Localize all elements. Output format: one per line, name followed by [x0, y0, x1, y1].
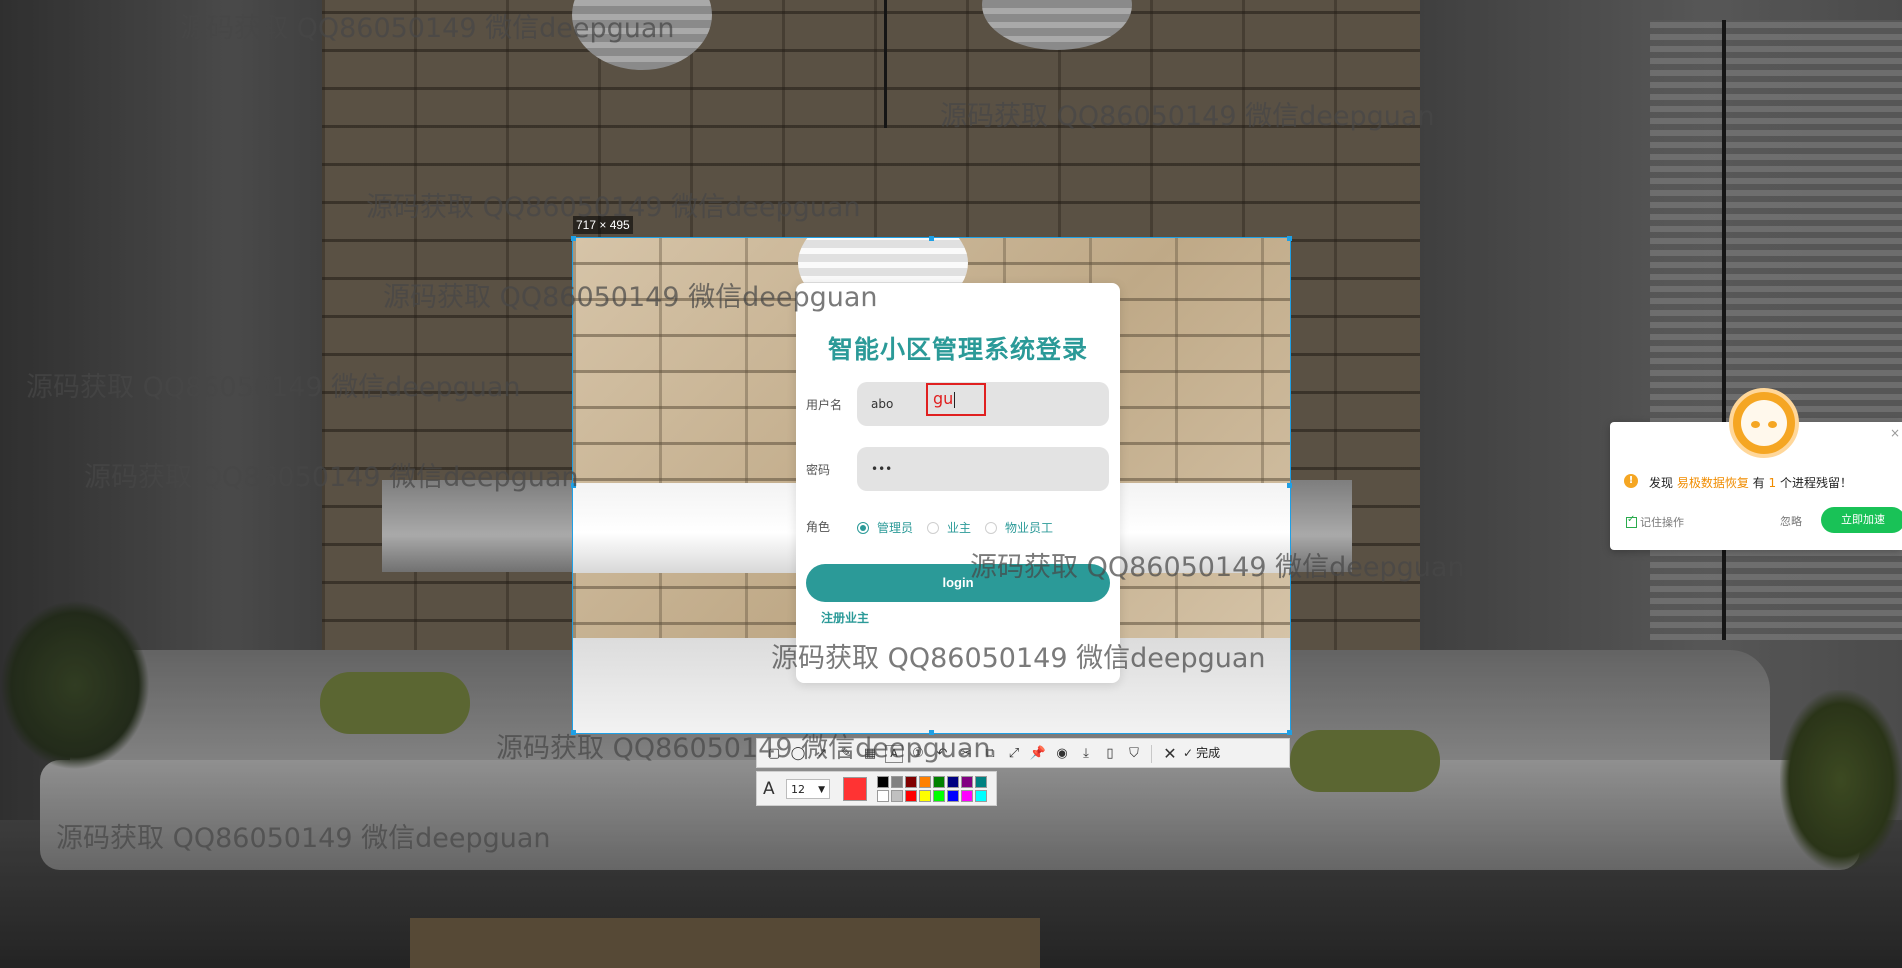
- mascot-eye: [1751, 421, 1760, 428]
- mascot-icon: [1729, 388, 1799, 458]
- resize-handle[interactable]: [571, 730, 576, 735]
- color-swatch[interactable]: [947, 790, 959, 802]
- color-swatch[interactable]: [877, 776, 889, 788]
- bookmark-icon[interactable]: ⛉: [1125, 745, 1143, 763]
- color-swatch[interactable]: [947, 776, 959, 788]
- capture-toolbar: ▢ ◯ ↗ ✎ ▦ A ① ↶ ✂ ⧉ ⤢ 📌 ◉ ⤓ ▯ ⛉ ✕ ✓ 完成: [756, 738, 1290, 768]
- text-caret: [954, 391, 956, 408]
- long-screenshot-icon[interactable]: ▯: [1101, 745, 1119, 763]
- popup-process-count: 1: [1768, 476, 1777, 490]
- popup-message: 发现 易极数据恢复 有 1 个进程残留！: [1649, 474, 1852, 491]
- popup-message-suffix: 个进程残留！: [1780, 476, 1853, 490]
- role-option-owner[interactable]: 业主: [947, 519, 971, 536]
- color-swatch[interactable]: [905, 776, 917, 788]
- ignore-button[interactable]: 忽略: [1780, 513, 1802, 529]
- popup-message-mid: 有: [1752, 476, 1765, 490]
- mascot-face: [1741, 400, 1787, 446]
- popup-message-prefix: 发现: [1649, 476, 1674, 490]
- ocr-icon[interactable]: ⧉: [981, 745, 999, 763]
- done-label: 完成: [1196, 746, 1221, 760]
- current-color-swatch[interactable]: [843, 777, 867, 801]
- text-tool-icon[interactable]: A: [885, 745, 903, 763]
- selection-size-label: 717 × 495: [573, 216, 633, 234]
- remember-checkbox[interactable]: [1626, 514, 1637, 528]
- remember-option[interactable]: 记住操作: [1626, 514, 1684, 530]
- pin-icon[interactable]: 📌: [1029, 745, 1047, 763]
- role-radio-staff[interactable]: [985, 522, 997, 534]
- cut-icon[interactable]: ✂: [957, 745, 975, 763]
- undo-icon[interactable]: ↶: [933, 745, 951, 763]
- role-label: 角色: [806, 520, 831, 534]
- save-icon[interactable]: ⤓: [1077, 745, 1095, 763]
- role-option-staff[interactable]: 物业员工: [1005, 519, 1053, 536]
- color-swatch[interactable]: [961, 776, 973, 788]
- password-label: 密码: [806, 463, 831, 477]
- color-swatch[interactable]: [975, 790, 987, 802]
- record-icon[interactable]: ◉: [1053, 745, 1071, 763]
- close-icon[interactable]: ✕: [1161, 745, 1179, 763]
- color-swatch[interactable]: [961, 790, 973, 802]
- toolbar-separator: [1151, 745, 1152, 763]
- color-swatch[interactable]: [933, 776, 945, 788]
- arrow-tool-icon[interactable]: ↗: [813, 745, 831, 763]
- font-icon: A: [763, 779, 775, 799]
- resize-handle[interactable]: [1287, 483, 1292, 488]
- resize-handle[interactable]: [929, 236, 934, 241]
- color-swatch[interactable]: [877, 790, 889, 802]
- color-swatch[interactable]: [919, 776, 931, 788]
- mascot-eye: [1768, 421, 1777, 428]
- chevron-down-icon: ▼: [818, 785, 825, 795]
- accelerate-button[interactable]: 立即加速: [1821, 507, 1902, 533]
- text-annotation-box[interactable]: gu: [926, 383, 986, 416]
- ellipse-tool-icon[interactable]: ◯: [789, 745, 807, 763]
- role-option-admin[interactable]: 管理员: [877, 519, 913, 536]
- mosaic-tool-icon[interactable]: ▦: [861, 745, 879, 763]
- login-card: 智能小区管理系统登录 用户名 abo gu 密码 ••• 角色 管理员 业主 物…: [796, 283, 1120, 683]
- popup-close-icon[interactable]: ×: [1890, 426, 1900, 440]
- login-title: 智能小区管理系统登录: [827, 335, 1088, 364]
- resize-handle[interactable]: [1287, 730, 1292, 735]
- login-button[interactable]: login: [806, 564, 1110, 602]
- rectangle-tool-icon[interactable]: ▢: [765, 745, 783, 763]
- remember-label: 记住操作: [1640, 516, 1684, 529]
- resize-handle[interactable]: [929, 730, 934, 735]
- color-swatch[interactable]: [905, 790, 917, 802]
- resize-handle[interactable]: [571, 236, 576, 241]
- font-size-select[interactable]: 12 ▼: [786, 779, 830, 799]
- serial-number-tool-icon[interactable]: ①: [909, 745, 927, 763]
- color-swatch[interactable]: [891, 790, 903, 802]
- done-button[interactable]: ✓ 完成: [1183, 739, 1220, 767]
- role-radio-owner[interactable]: [927, 522, 939, 534]
- color-swatch[interactable]: [975, 776, 987, 788]
- info-icon: !: [1624, 474, 1638, 488]
- text-annotation-value: gu: [933, 389, 954, 408]
- color-swatch[interactable]: [891, 776, 903, 788]
- text-style-toolbar: A 12 ▼: [756, 771, 997, 806]
- popup-app-name[interactable]: 易极数据恢复: [1677, 476, 1749, 490]
- resize-handle[interactable]: [571, 483, 576, 488]
- font-size-value: 12: [791, 783, 805, 796]
- resize-handle[interactable]: [1287, 236, 1292, 241]
- role-radio-admin[interactable]: [857, 522, 869, 534]
- password-input[interactable]: •••: [857, 447, 1109, 491]
- check-icon: ✓: [1183, 746, 1194, 760]
- scroll-capture-icon[interactable]: ⤢: [1005, 745, 1023, 763]
- pen-tool-icon[interactable]: ✎: [837, 745, 855, 763]
- username-label: 用户名: [806, 398, 843, 412]
- color-swatch[interactable]: [933, 790, 945, 802]
- register-owner-link[interactable]: 注册业主: [821, 609, 869, 626]
- color-swatch[interactable]: [919, 790, 931, 802]
